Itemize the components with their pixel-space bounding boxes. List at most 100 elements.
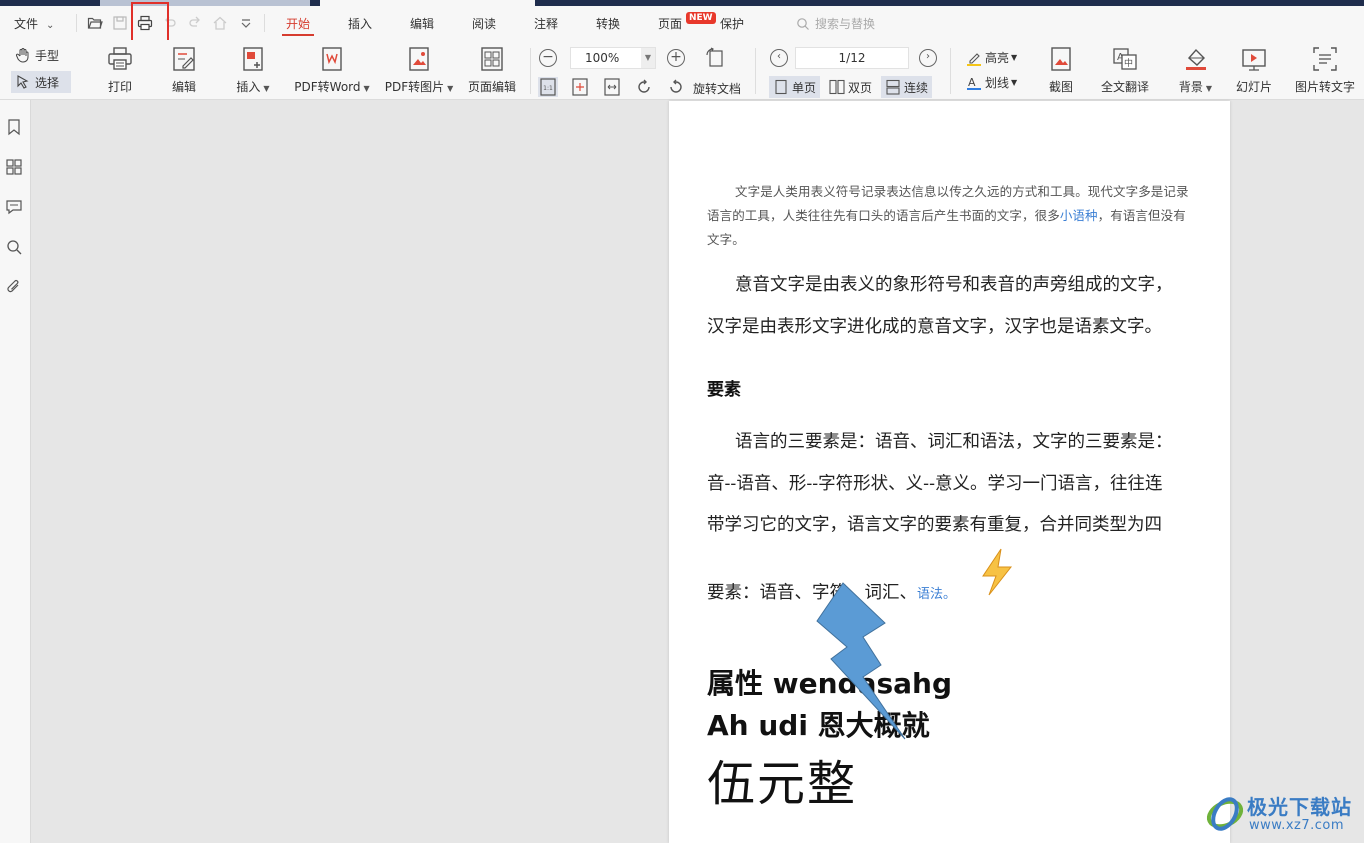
watermark-site-name: 极光下载站 <box>1247 795 1352 819</box>
rotate-left-icon[interactable] <box>634 77 654 97</box>
translate-icon: A中 <box>1112 46 1138 72</box>
fit-page-icon[interactable] <box>570 77 590 97</box>
print-button[interactable]: 打印 <box>104 46 136 98</box>
bookmark-icon[interactable] <box>5 118 23 136</box>
tab-edit[interactable]: 编辑 <box>410 15 434 32</box>
file-menu[interactable]: 文件 ⌄ <box>14 15 54 32</box>
chevron-down-icon: ▼ <box>263 84 270 93</box>
chevron-down-icon: ⌄ <box>46 20 55 31</box>
pdf-to-image-button[interactable]: PDF转图片 ▼ <box>384 46 454 98</box>
image-to-text-button[interactable]: 图片转文字 <box>1294 46 1356 98</box>
divider <box>530 48 531 94</box>
actual-size-icon[interactable]: 1:1 <box>538 77 558 97</box>
lightning-emoji-icon <box>982 548 1013 596</box>
customize-dropdown-icon[interactable] <box>238 15 254 31</box>
elements-paragraph-line-3: 带学习它的文字，语言文字的要素有重复，合并同类型为四 <box>707 515 1162 535</box>
screenshot-button[interactable]: 截图 <box>1046 46 1076 98</box>
chevron-down-icon[interactable]: ▼ <box>641 48 655 68</box>
document-page: 文字是人类用表义符号记录表达信息以传之久远的方式和工具。现代文字多是记录语言的工… <box>669 101 1230 843</box>
slideshow-label: 幻灯片 <box>1235 80 1272 94</box>
pdf-to-image-icon <box>406 46 432 72</box>
save-icon[interactable] <box>112 15 128 31</box>
zoom-out-button[interactable]: − <box>539 49 557 67</box>
select-tool-label: 选择 <box>35 75 60 90</box>
underline-button[interactable]: A 划线 ▼ <box>966 74 1017 91</box>
zoom-in-button[interactable]: + <box>667 49 685 67</box>
page-grid-icon <box>479 46 505 72</box>
tab-convert[interactable]: 转换 <box>596 15 620 32</box>
intro-paragraph: 文字是人类用表义符号记录表达信息以传之久远的方式和工具。现代文字多是记录语言的工… <box>707 180 1193 252</box>
highlight-label: 高亮 <box>985 51 1010 65</box>
insert-button[interactable]: 插入 ▼ <box>228 46 278 98</box>
tab-protect[interactable]: 保护 <box>720 15 744 32</box>
search-icon[interactable] <box>5 238 23 256</box>
file-menu-label: 文件 <box>14 17 39 31</box>
translate-label: 全文翻译 <box>1100 80 1149 94</box>
insert-page-icon <box>240 46 266 72</box>
slideshow-button[interactable]: 幻灯片 <box>1235 46 1273 98</box>
pdf-to-image-label: PDF转图片 <box>384 80 445 94</box>
single-page-label: 单页 <box>792 80 817 95</box>
page-edit-label: 页面编辑 <box>467 80 516 94</box>
double-page-icon <box>829 79 845 95</box>
single-page-button[interactable]: 单页 <box>769 76 821 98</box>
chevron-down-icon: ▼ <box>447 84 454 93</box>
prev-page-button[interactable]: ‹ <box>770 49 788 67</box>
tab-annotate[interactable]: 注释 <box>534 15 558 32</box>
divider <box>755 48 756 94</box>
svg-text:A: A <box>968 76 976 89</box>
comment-icon[interactable] <box>5 198 23 216</box>
attachment-icon[interactable] <box>5 278 23 296</box>
zoom-level-value: 100% <box>585 51 620 65</box>
divider <box>264 14 265 32</box>
open-folder-icon[interactable] <box>87 15 103 31</box>
grammar-link[interactable]: 语法。 <box>917 587 956 602</box>
watermark-url: www.xz7.com <box>1249 818 1345 833</box>
hand-tool-label: 手型 <box>35 48 60 63</box>
ocr-icon <box>1312 46 1338 72</box>
continuous-icon <box>886 79 900 95</box>
background-button[interactable]: 背景 ▼ <box>1173 46 1218 98</box>
pdf-to-word-button[interactable]: PDF转Word ▼ <box>292 46 372 98</box>
highlight-button[interactable]: 高亮 ▼ <box>966 49 1017 66</box>
divider <box>76 14 77 32</box>
svg-text:中: 中 <box>1124 57 1133 69</box>
edit-document-icon <box>171 46 197 72</box>
rotate-document-icon <box>705 47 725 67</box>
thumbnails-icon[interactable] <box>5 158 23 176</box>
highlighter-icon <box>967 52 981 66</box>
insert-label: 插入 <box>236 80 261 94</box>
search-replace-box[interactable]: 搜索与替换 <box>796 15 875 32</box>
minority-language-link[interactable]: 小语种 <box>1060 208 1098 223</box>
edit-button[interactable]: 编辑 <box>168 46 200 98</box>
chevron-down-icon: ▼ <box>1011 78 1018 87</box>
next-page-button[interactable]: › <box>919 49 937 67</box>
page-edit-button[interactable]: 页面编辑 <box>466 46 518 98</box>
lightning-shape[interactable] <box>815 581 915 741</box>
full-translate-button[interactable]: A中 全文翻译 <box>1100 46 1150 98</box>
continuous-button[interactable]: 连续 <box>881 76 933 98</box>
select-tool-button[interactable]: 选择 <box>11 71 71 93</box>
tab-insert[interactable]: 插入 <box>348 15 372 32</box>
rotate-document-label[interactable]: 旋转文档 <box>693 80 741 97</box>
page-number-input[interactable]: 1/12 <box>795 47 909 69</box>
new-badge: NEW <box>686 12 716 24</box>
fit-width-icon[interactable] <box>602 77 622 97</box>
redo-icon[interactable] <box>187 15 203 31</box>
zoom-level-input[interactable]: 100% ▼ <box>570 47 656 69</box>
svg-text:1:1: 1:1 <box>543 85 553 92</box>
section-heading-elements: 要素 <box>707 380 741 400</box>
image-to-text-label: 图片转文字 <box>1294 80 1355 94</box>
background-label: 背景 <box>1178 80 1203 94</box>
elements-paragraph-line-1: 语言的三要素是：语音、词汇和语法，文字的三要素是： <box>735 432 1173 452</box>
hand-tool-button[interactable]: 手型 <box>11 44 71 66</box>
rotate-right-icon[interactable] <box>666 77 686 97</box>
double-page-button[interactable]: 双页 <box>825 76 876 98</box>
print-label: 打印 <box>107 80 132 94</box>
continuous-label: 连续 <box>904 80 929 95</box>
tab-start[interactable]: 开始 <box>281 15 315 36</box>
edit-label: 编辑 <box>171 80 196 94</box>
tab-read[interactable]: 阅读 <box>472 15 496 32</box>
tab-page[interactable]: 页面 <box>658 15 682 32</box>
home-icon[interactable] <box>212 15 228 31</box>
